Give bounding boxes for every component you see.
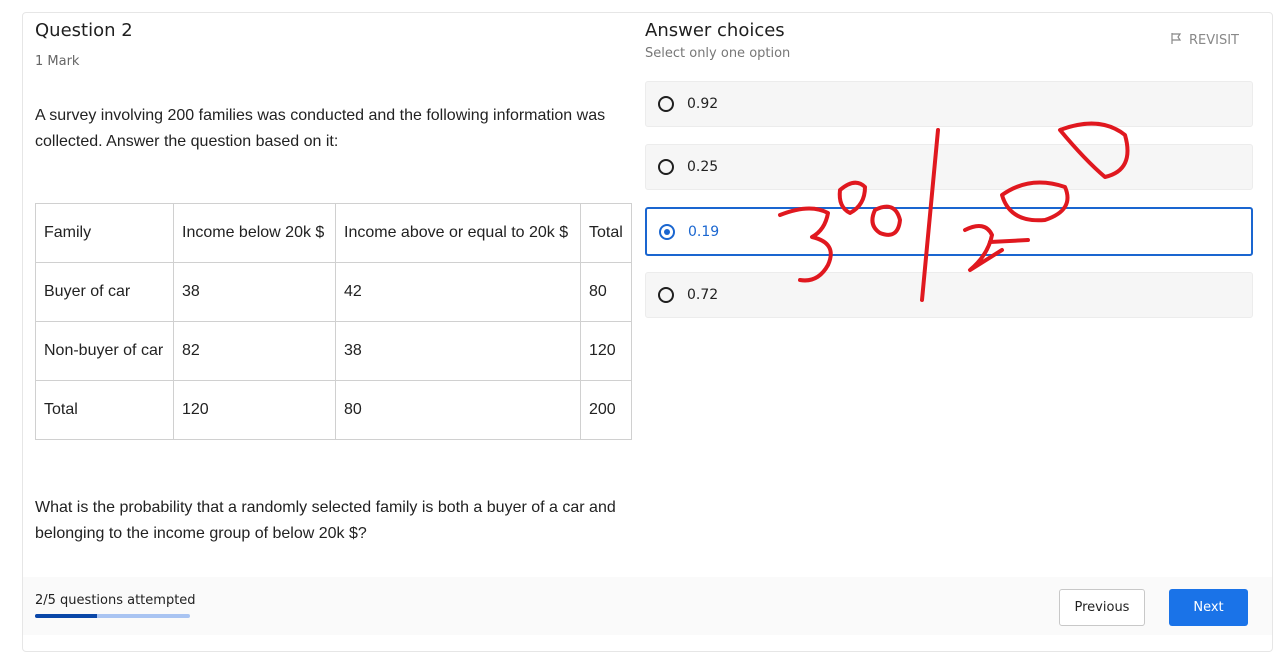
table-header-cell: Income above or equal to 20k $ — [335, 203, 581, 263]
table-header-cell: Total — [580, 203, 632, 263]
table-cell: 120 — [580, 321, 632, 381]
question-marks: 1 Mark — [35, 54, 80, 69]
answer-option-label: 0.92 — [687, 96, 719, 112]
table-header-cell: Family — [35, 203, 174, 263]
flag-icon — [1170, 32, 1183, 49]
table-cell: 200 — [580, 380, 632, 440]
table-header-row: Family Income below 20k $ Income above o… — [35, 203, 632, 263]
table-cell: Non-buyer of car — [35, 321, 174, 381]
table-header-cell: Income below 20k $ — [173, 203, 336, 263]
table-row: Total 120 80 200 — [35, 380, 632, 440]
answer-option[interactable]: 0.92 — [645, 81, 1253, 127]
answer-option[interactable]: 0.25 — [645, 144, 1253, 190]
answer-option-selected[interactable]: 0.19 — [645, 207, 1253, 256]
answer-option-label: 0.72 — [687, 287, 719, 303]
progress-text: 2/5 questions attempted — [35, 593, 196, 608]
radio-button[interactable] — [658, 96, 674, 112]
revisit-button[interactable]: REVISIT — [1170, 32, 1239, 49]
table-cell: 80 — [580, 262, 632, 322]
answer-option-label: 0.25 — [687, 159, 719, 175]
table-cell: 80 — [335, 380, 581, 440]
answer-choices-subtitle: Select only one option — [645, 46, 791, 61]
table-cell: Total — [35, 380, 174, 440]
table-row: Non-buyer of car 82 38 120 — [35, 321, 632, 381]
answer-option[interactable]: 0.72 — [645, 272, 1253, 318]
survey-table: Family Income below 20k $ Income above o… — [35, 203, 632, 440]
table-cell: 38 — [335, 321, 581, 381]
table-cell: Buyer of car — [35, 262, 174, 322]
answer-choices-title: Answer choices — [645, 20, 785, 41]
question-intro: A survey involving 200 families was cond… — [35, 107, 606, 150]
table-cell: 82 — [173, 321, 336, 381]
next-button[interactable]: Next — [1169, 589, 1248, 626]
question-text: What is the probability that a randomly … — [35, 499, 616, 542]
question-title: Question 2 — [35, 20, 133, 41]
progress-bar-fill — [35, 614, 97, 618]
previous-button[interactable]: Previous — [1059, 589, 1145, 626]
radio-button[interactable] — [658, 159, 674, 175]
progress-bar — [35, 614, 190, 618]
table-row: Buyer of car 38 42 80 — [35, 262, 632, 322]
radio-button-checked[interactable] — [659, 223, 675, 240]
table-cell: 38 — [173, 262, 336, 322]
table-cell: 42 — [335, 262, 581, 322]
revisit-label: REVISIT — [1189, 33, 1240, 48]
radio-button[interactable] — [658, 287, 674, 303]
answer-option-label: 0.19 — [688, 223, 720, 240]
table-cell: 120 — [173, 380, 336, 440]
